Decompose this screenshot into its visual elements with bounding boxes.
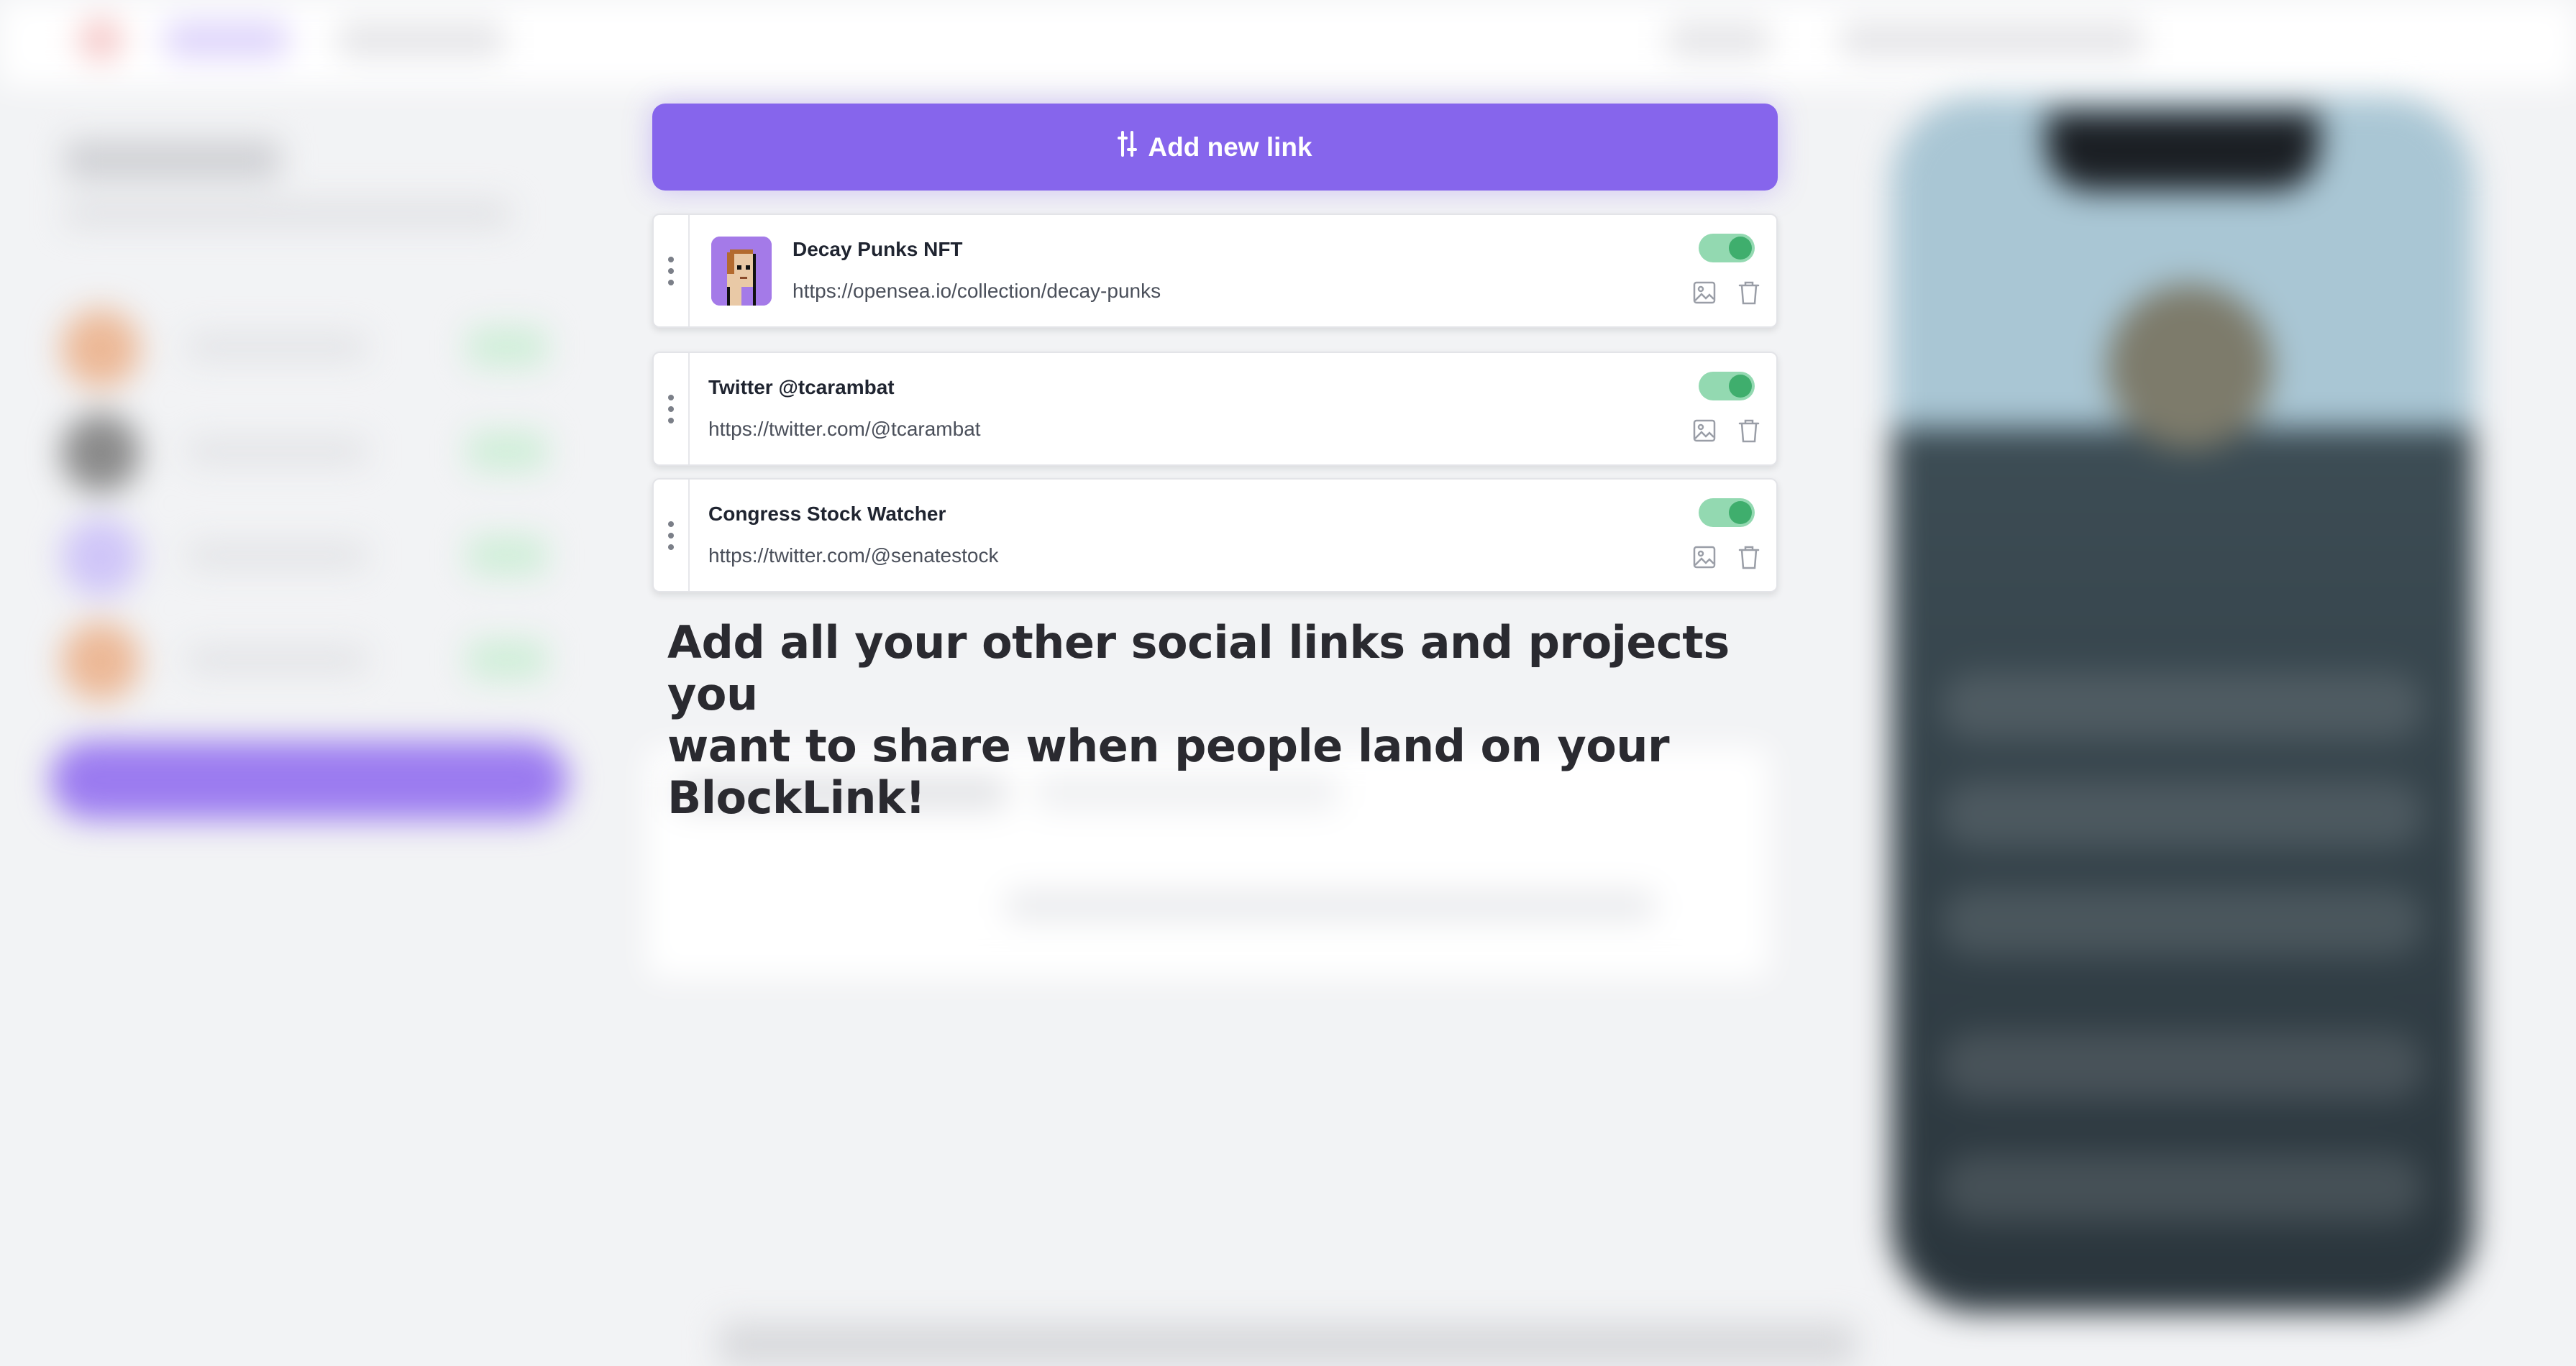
trash-icon[interactable] bbox=[1735, 416, 1763, 445]
nav-tab bbox=[165, 22, 288, 58]
link-thumbnail bbox=[711, 237, 772, 306]
preview-link bbox=[1942, 1154, 2424, 1222]
nav-item bbox=[1841, 22, 2143, 58]
caption-line: Add all your other social links and proj… bbox=[667, 616, 1730, 720]
avatar bbox=[61, 622, 140, 701]
add-new-link-button[interactable]: Add new link bbox=[652, 104, 1778, 191]
logo-icon bbox=[79, 18, 122, 61]
link-card[interactable]: Twitter @tcarambat https://twitter.com/@… bbox=[652, 352, 1778, 466]
status-badge bbox=[467, 640, 547, 679]
link-editor-panel: Add new link Decay Punks NFT https://ope… bbox=[644, 93, 1794, 618]
link-title[interactable]: Twitter @tcarambat bbox=[708, 376, 895, 399]
link-card[interactable]: Decay Punks NFT https://opensea.io/colle… bbox=[652, 214, 1778, 328]
list-item bbox=[187, 334, 367, 359]
preview-link bbox=[1942, 1032, 2424, 1100]
link-enabled-toggle[interactable] bbox=[1699, 498, 1755, 527]
trash-icon[interactable] bbox=[1735, 543, 1763, 572]
sidebar-heading bbox=[65, 140, 280, 180]
image-icon[interactable] bbox=[1690, 543, 1719, 572]
link-title[interactable]: Congress Stock Watcher bbox=[708, 503, 946, 526]
link-title[interactable]: Decay Punks NFT bbox=[793, 238, 963, 261]
status-badge bbox=[467, 327, 547, 367]
status-badge bbox=[467, 431, 547, 471]
link-url[interactable]: https://twitter.com/@tcarambat bbox=[708, 418, 981, 441]
avatar bbox=[61, 309, 140, 388]
toggle-knob bbox=[1729, 237, 1752, 260]
sidebar-subheading bbox=[65, 201, 511, 226]
drag-handle-icon[interactable] bbox=[654, 353, 690, 464]
toggle-knob bbox=[1729, 375, 1752, 398]
sidebar-action-button bbox=[50, 741, 568, 820]
card-text bbox=[1007, 891, 1654, 920]
link-enabled-toggle[interactable] bbox=[1699, 372, 1755, 400]
link-url[interactable]: https://opensea.io/collection/decay-punk… bbox=[793, 280, 1161, 303]
tutorial-caption: Add all your other social links and proj… bbox=[667, 617, 1818, 824]
link-url[interactable]: https://twitter.com/@senatestock bbox=[708, 544, 998, 567]
trash-icon[interactable] bbox=[1735, 278, 1763, 307]
bottom-bar bbox=[719, 1323, 1855, 1366]
list-item bbox=[187, 439, 367, 464]
phone-background bbox=[1891, 97, 2474, 471]
profile-avatar bbox=[2107, 284, 2273, 449]
nav-item bbox=[1668, 22, 1769, 58]
toggle-knob bbox=[1729, 501, 1752, 524]
phone-background bbox=[1891, 428, 2474, 1312]
avatar bbox=[61, 413, 140, 492]
image-icon[interactable] bbox=[1690, 416, 1719, 445]
preview-link bbox=[1942, 888, 2424, 956]
status-badge bbox=[467, 536, 547, 575]
list-item bbox=[187, 647, 367, 672]
nav-tab bbox=[338, 22, 503, 58]
sliders-icon bbox=[1118, 129, 1138, 165]
list-item bbox=[187, 543, 367, 568]
top-navigation-bar bbox=[0, 0, 2576, 86]
image-icon[interactable] bbox=[1690, 278, 1719, 307]
drag-handle-icon[interactable] bbox=[654, 480, 690, 591]
caption-line: want to share when people land on your B… bbox=[667, 720, 1670, 824]
preview-link bbox=[1942, 672, 2424, 741]
preview-link bbox=[1942, 780, 2424, 848]
link-enabled-toggle[interactable] bbox=[1699, 234, 1755, 262]
phone-preview bbox=[1891, 97, 2474, 1312]
add-new-link-label: Add new link bbox=[1148, 132, 1312, 162]
link-card[interactable]: Congress Stock Watcher https://twitter.c… bbox=[652, 478, 1778, 592]
avatar bbox=[61, 518, 140, 597]
drag-handle-icon[interactable] bbox=[654, 215, 690, 326]
phone-notch bbox=[2046, 111, 2319, 191]
